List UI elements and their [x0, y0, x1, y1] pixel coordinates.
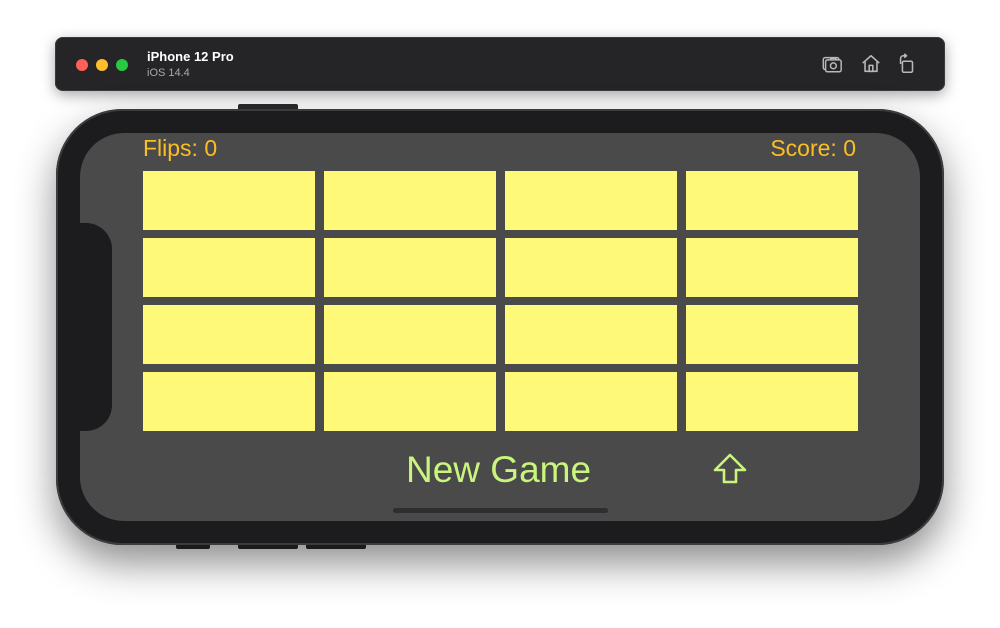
- card[interactable]: [686, 372, 858, 431]
- card[interactable]: [505, 305, 677, 364]
- device-name: iPhone 12 Pro: [147, 49, 234, 64]
- card[interactable]: [143, 171, 315, 230]
- screenshot-icon[interactable]: [820, 52, 844, 76]
- new-game-button[interactable]: New Game: [406, 449, 591, 491]
- phone-screen: Flips: 0 Score: 0 New Game: [80, 133, 920, 521]
- maximize-window-button[interactable]: [116, 59, 128, 71]
- card[interactable]: [143, 238, 315, 297]
- up-arrow-icon: [712, 452, 748, 491]
- card[interactable]: [686, 171, 858, 230]
- simulator-title-bar: iPhone 12 Pro iOS 14.4: [55, 37, 945, 91]
- score-label: Score: 0: [770, 135, 856, 161]
- card[interactable]: [324, 305, 496, 364]
- card[interactable]: [505, 238, 677, 297]
- card[interactable]: [324, 238, 496, 297]
- home-icon[interactable]: [859, 52, 883, 76]
- flips-label: Flips: 0: [143, 135, 218, 161]
- home-indicator[interactable]: [393, 508, 608, 513]
- card[interactable]: [143, 305, 315, 364]
- card[interactable]: [324, 372, 496, 431]
- close-window-button[interactable]: [76, 59, 88, 71]
- rotate-icon[interactable]: [895, 52, 919, 76]
- card-grid: [143, 171, 858, 431]
- card[interactable]: [686, 238, 858, 297]
- card[interactable]: [505, 372, 677, 431]
- minimize-window-button[interactable]: [96, 59, 108, 71]
- card[interactable]: [686, 305, 858, 364]
- simulator-stage: iPhone 12 Pro iOS 14.4 Flips: 0 Score: 0…: [0, 0, 1000, 628]
- up-arrow-button[interactable]: [710, 451, 750, 491]
- notch: [80, 223, 112, 431]
- card[interactable]: [505, 171, 677, 230]
- os-version: iOS 14.4: [147, 67, 190, 79]
- card[interactable]: [143, 372, 315, 431]
- card[interactable]: [324, 171, 496, 230]
